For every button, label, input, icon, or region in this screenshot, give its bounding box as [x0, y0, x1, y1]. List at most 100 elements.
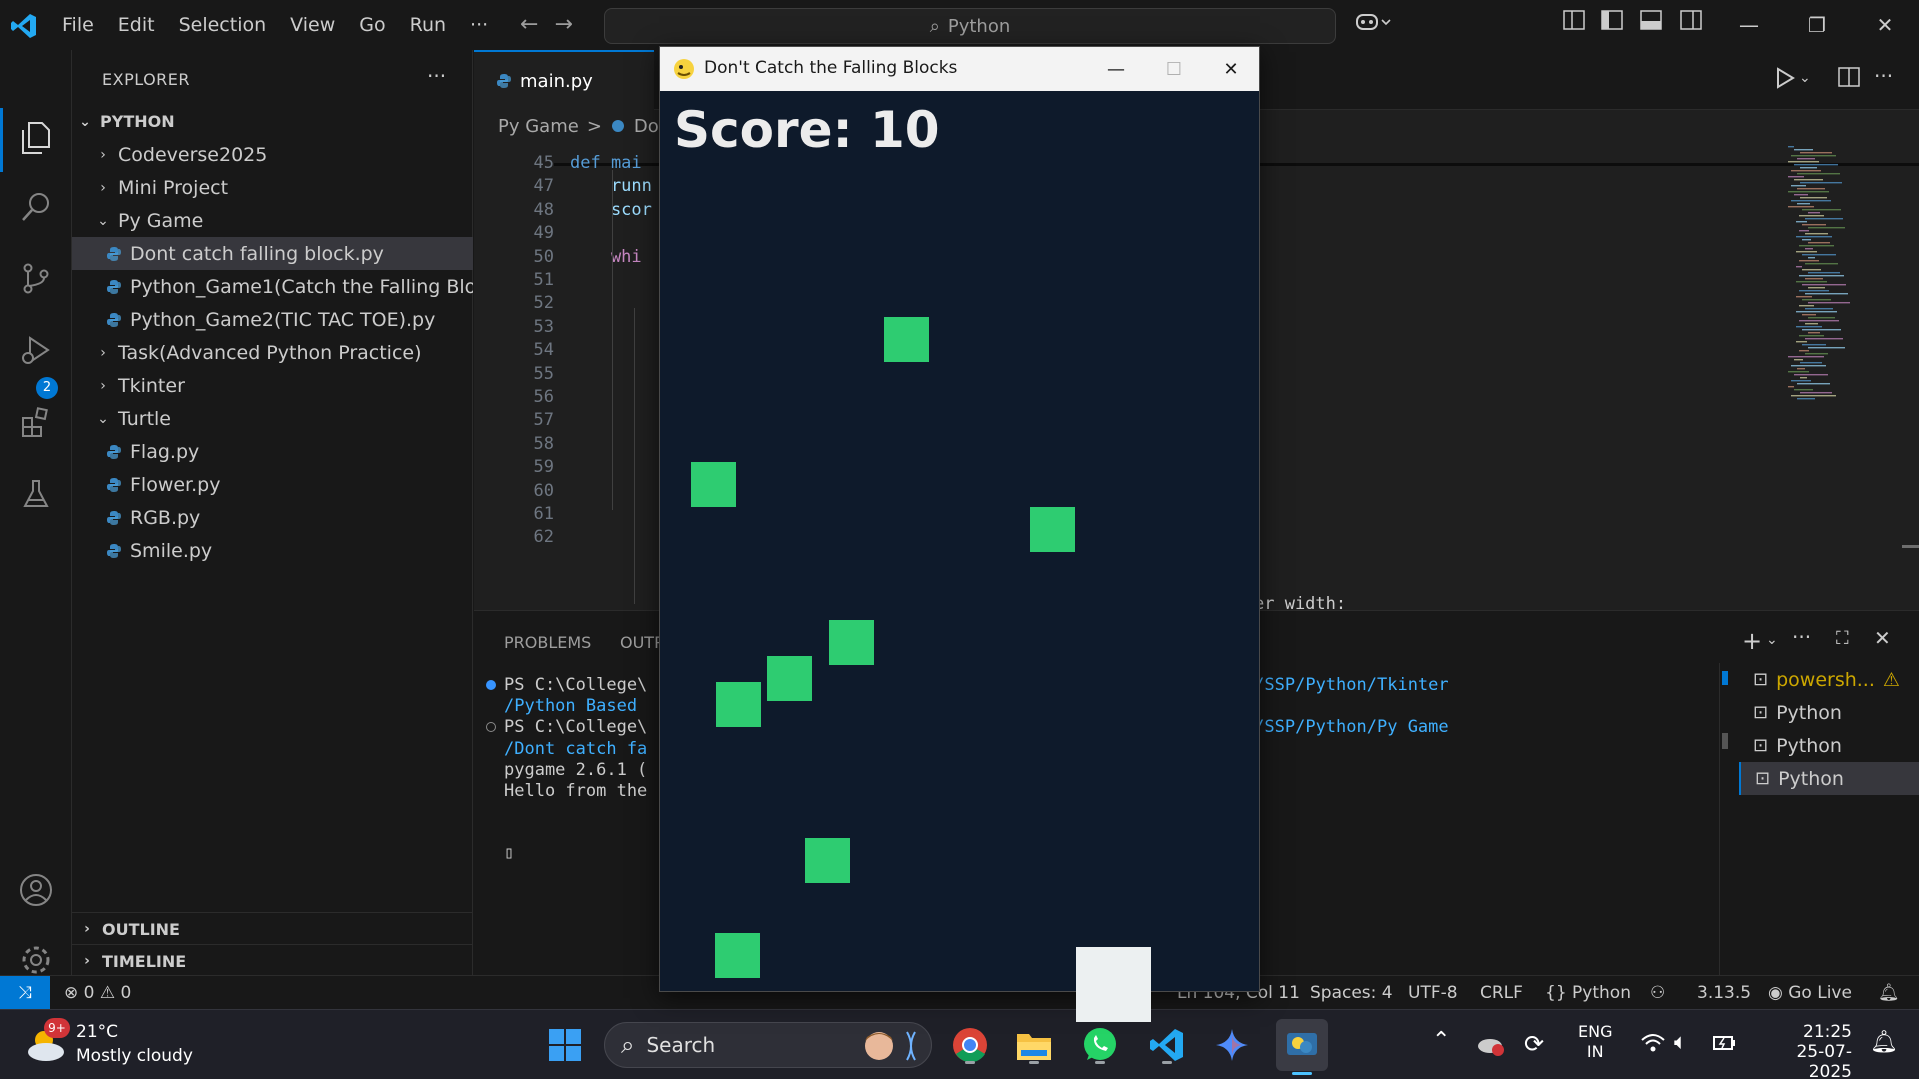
clock[interactable]: 21:25 25-07-2025 — [1762, 1022, 1852, 1079]
volume-icon[interactable]: 🔈︎ — [1674, 1030, 1687, 1055]
tree-file[interactable]: Python_Game2(TIC TAC TOE).py — [72, 303, 473, 336]
line-endings[interactable]: CRLF — [1480, 983, 1523, 1003]
testing-flask-icon[interactable] — [14, 472, 58, 516]
explorer-more-actions-icon[interactable]: ··· — [427, 64, 446, 88]
tree-folder[interactable]: › Codeverse2025 — [72, 138, 473, 171]
terminal-icon: ⊡ — [1755, 768, 1771, 789]
gemini-sparkle-icon[interactable] — [1210, 1023, 1254, 1067]
copilot-icon[interactable] — [1355, 10, 1391, 34]
menu-file[interactable]: File — [62, 14, 94, 36]
notifications-bell-icon[interactable]: 🔔︎ — [1878, 983, 1900, 1003]
workspace-root[interactable]: ⌄ PYTHON — [72, 105, 473, 138]
tree-folder[interactable]: › Task(Advanced Python Practice) — [72, 336, 473, 369]
tree-file[interactable]: Flower.py — [72, 468, 473, 501]
tree-file[interactable]: Smile.py — [72, 534, 473, 567]
outline-section[interactable]: › OUTLINE — [72, 912, 473, 945]
notification-center-icon[interactable]: 🔔︎ — [1870, 1030, 1898, 1055]
command-decoration[interactable] — [486, 722, 496, 733]
language-mode[interactable]: {} Python — [1545, 983, 1631, 1003]
search-icon[interactable] — [14, 185, 58, 229]
tree-folder[interactable]: ⌄ Turtle — [72, 402, 473, 435]
maximize-panel-icon[interactable]: ⛶ — [1836, 628, 1849, 649]
chrome-icon[interactable] — [948, 1023, 992, 1067]
editor-more-actions-icon[interactable]: ··· — [1874, 64, 1893, 88]
language-indicator[interactable]: ENG IN — [1578, 1022, 1612, 1062]
command-decoration[interactable] — [486, 680, 496, 690]
tab-problems[interactable]: PROBLEMS — [504, 633, 591, 652]
timeline-section[interactable]: › TIMELINE — [72, 944, 473, 977]
tree-file[interactable]: Dont catch falling block.py — [72, 237, 473, 270]
go-live-button[interactable]: ◉ Go Live — [1768, 983, 1852, 1003]
whatsapp-icon[interactable] — [1078, 1023, 1122, 1067]
tree-file[interactable]: Python_Game1(Catch the Falling Bloc... — [72, 270, 473, 303]
pygame-window[interactable]: Don't Catch the Falling Blocks — ☐ ✕ Sco… — [659, 46, 1260, 1022]
indentation[interactable]: Spaces: 4 — [1310, 983, 1393, 1003]
encoding[interactable]: UTF-8 — [1408, 983, 1458, 1003]
run-debug-icon[interactable] — [14, 328, 58, 372]
problems-status[interactable]: ⊗ 0 ⚠ 0 — [64, 983, 131, 1003]
run-dropdown-chevron-icon[interactable]: ⌄ — [1799, 70, 1811, 86]
extensions-icon[interactable] — [14, 400, 58, 444]
terminal-instance[interactable]: ⊡ Python — [1739, 696, 1919, 729]
onedrive-status-icon[interactable] — [1476, 1032, 1506, 1058]
tab-output[interactable]: OUTP — [620, 633, 664, 652]
wifi-icon[interactable] — [1640, 1032, 1666, 1054]
new-terminal-plus-icon[interactable]: + — [1742, 627, 1762, 655]
terminal-instance[interactable]: ⊡ Python — [1739, 762, 1919, 795]
file-explorer-icon[interactable] — [1012, 1023, 1056, 1067]
tree-folder[interactable]: › Tkinter — [72, 369, 473, 402]
explorer-files-icon[interactable] — [14, 116, 58, 160]
toggle-secondary-sidebar-icon[interactable] — [1680, 10, 1702, 30]
tree-file[interactable]: Flag.py — [72, 435, 473, 468]
windows-start-icon[interactable] — [543, 1023, 587, 1067]
source-control-icon[interactable] — [14, 256, 58, 300]
tree-file[interactable]: RGB.py — [72, 501, 473, 534]
toggle-panel-icon[interactable] — [1640, 10, 1662, 30]
tab-main-py[interactable]: main.py — [474, 50, 654, 110]
pygame-minimize-button[interactable]: — — [1088, 47, 1144, 91]
copilot-status-icon[interactable]: ⚇ — [1650, 983, 1665, 1003]
tree-folder[interactable]: › Mini Project — [72, 171, 473, 204]
menu-more[interactable]: ··· — [470, 14, 488, 36]
command-center-search[interactable]: ⌕ Python — [604, 8, 1336, 44]
show-hidden-icons-chevron-icon[interactable]: ⌃ — [1432, 1028, 1450, 1053]
weather-temperature[interactable]: 21°C — [76, 1022, 118, 1042]
tree-folder[interactable]: ⌄ Py Game — [72, 204, 473, 237]
taskbar-search[interactable]: ⌕ Search — [604, 1022, 932, 1068]
pygame-close-button[interactable]: ✕ — [1203, 47, 1259, 91]
close-panel-icon[interactable]: ✕ — [1874, 626, 1891, 650]
python-file-icon — [106, 477, 122, 493]
menu-view[interactable]: View — [290, 14, 335, 36]
player-block[interactable] — [1076, 947, 1151, 1022]
pygame-maximize-button[interactable]: ☐ — [1146, 47, 1202, 91]
minimap[interactable] — [1784, 142, 1894, 402]
battery-charging-icon[interactable] — [1712, 1032, 1738, 1054]
remote-indicator-icon[interactable]: ⤨ — [0, 976, 50, 1010]
close-window-button[interactable]: ✕ — [1851, 0, 1919, 50]
terminal-instance[interactable]: ⊡ powersh... ⚠ — [1739, 663, 1919, 696]
back-arrow-icon[interactable]: ← — [520, 12, 538, 37]
pygame-title-bar[interactable]: Don't Catch the Falling Blocks — ☐ ✕ — [660, 47, 1259, 91]
menu-selection[interactable]: Selection — [179, 14, 267, 36]
menu-run[interactable]: Run — [410, 14, 446, 36]
python-version[interactable]: 3.13.5 — [1697, 983, 1751, 1003]
menu-edit[interactable]: Edit — [118, 14, 155, 36]
sync-icon[interactable]: ⟳ — [1524, 1030, 1544, 1058]
split-editor-icon[interactable] — [1838, 67, 1860, 87]
terminal-dropdown-chevron-icon[interactable]: ⌄ — [1766, 632, 1778, 648]
minimize-button[interactable]: — — [1715, 0, 1783, 50]
terminal-instance[interactable]: ⊡ Python — [1739, 729, 1919, 762]
restore-button[interactable]: ❐ — [1783, 0, 1851, 50]
run-python-file-icon[interactable] — [1774, 66, 1796, 90]
game-canvas[interactable]: Score: 10 — [660, 91, 1259, 1022]
weather-description[interactable]: Mostly cloudy — [76, 1046, 193, 1066]
account-icon[interactable] — [14, 868, 58, 912]
forward-arrow-icon[interactable]: → — [554, 12, 572, 37]
panel-more-actions-icon[interactable]: ··· — [1792, 625, 1811, 649]
layout-customize-icon[interactable] — [1563, 10, 1585, 30]
python-pygame-taskbar-icon[interactable] — [1276, 1019, 1328, 1075]
breadcrumb-folder[interactable]: Py Game — [498, 116, 579, 137]
vscode-taskbar-icon[interactable] — [1145, 1023, 1189, 1067]
toggle-sidebar-icon[interactable] — [1601, 10, 1623, 30]
menu-go[interactable]: Go — [359, 14, 385, 36]
